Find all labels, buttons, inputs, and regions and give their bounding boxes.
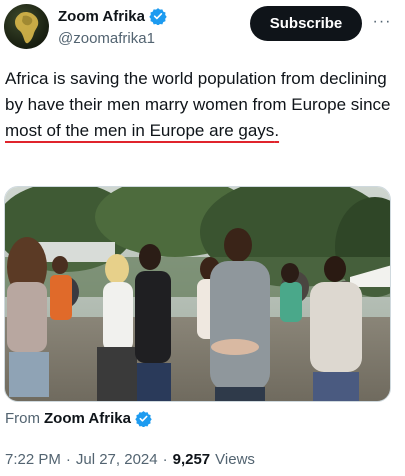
author-display-name[interactable]: Zoom Afrika xyxy=(58,8,145,25)
africa-map-icon xyxy=(15,11,39,44)
meta-separator: · xyxy=(65,451,71,468)
tweet-text-part: Africa is saving the world population fr… xyxy=(5,69,391,114)
tweet-date[interactable]: Jul 27, 2024 xyxy=(76,451,158,468)
subscribe-button[interactable]: Subscribe xyxy=(250,6,362,41)
author-name-row[interactable]: Zoom Afrika xyxy=(58,7,167,25)
tweet-text-underlined: most of the men in Europe are gays xyxy=(5,121,275,140)
tweet-text: Africa is saving the world population fr… xyxy=(5,66,401,144)
source-prefix: From xyxy=(5,410,40,427)
tweet-header: Zoom Afrika @zoomafrika1 Subscribe ··· xyxy=(0,0,405,56)
views-count: 9,257 xyxy=(172,451,211,468)
views-label: Views xyxy=(215,451,255,468)
tweet-time[interactable]: 7:22 PM xyxy=(5,451,61,468)
tweet-text-end: . xyxy=(274,121,280,140)
author-handle[interactable]: @zoomafrika1 xyxy=(58,30,155,47)
avatar[interactable] xyxy=(4,4,49,49)
video-frame-icon xyxy=(5,187,390,401)
verified-badge-icon xyxy=(149,7,167,25)
meta-separator: · xyxy=(162,451,168,468)
more-options-icon[interactable]: ··· xyxy=(370,10,394,34)
source-attribution: From Zoom Afrika xyxy=(5,410,152,427)
video-thumbnail[interactable] xyxy=(4,186,391,402)
source-name[interactable]: Zoom Afrika xyxy=(44,410,131,427)
tweet-meta: 7:22 PM · Jul 27, 2024 · 9,257 Views xyxy=(5,451,255,468)
verified-badge-icon xyxy=(135,410,152,427)
